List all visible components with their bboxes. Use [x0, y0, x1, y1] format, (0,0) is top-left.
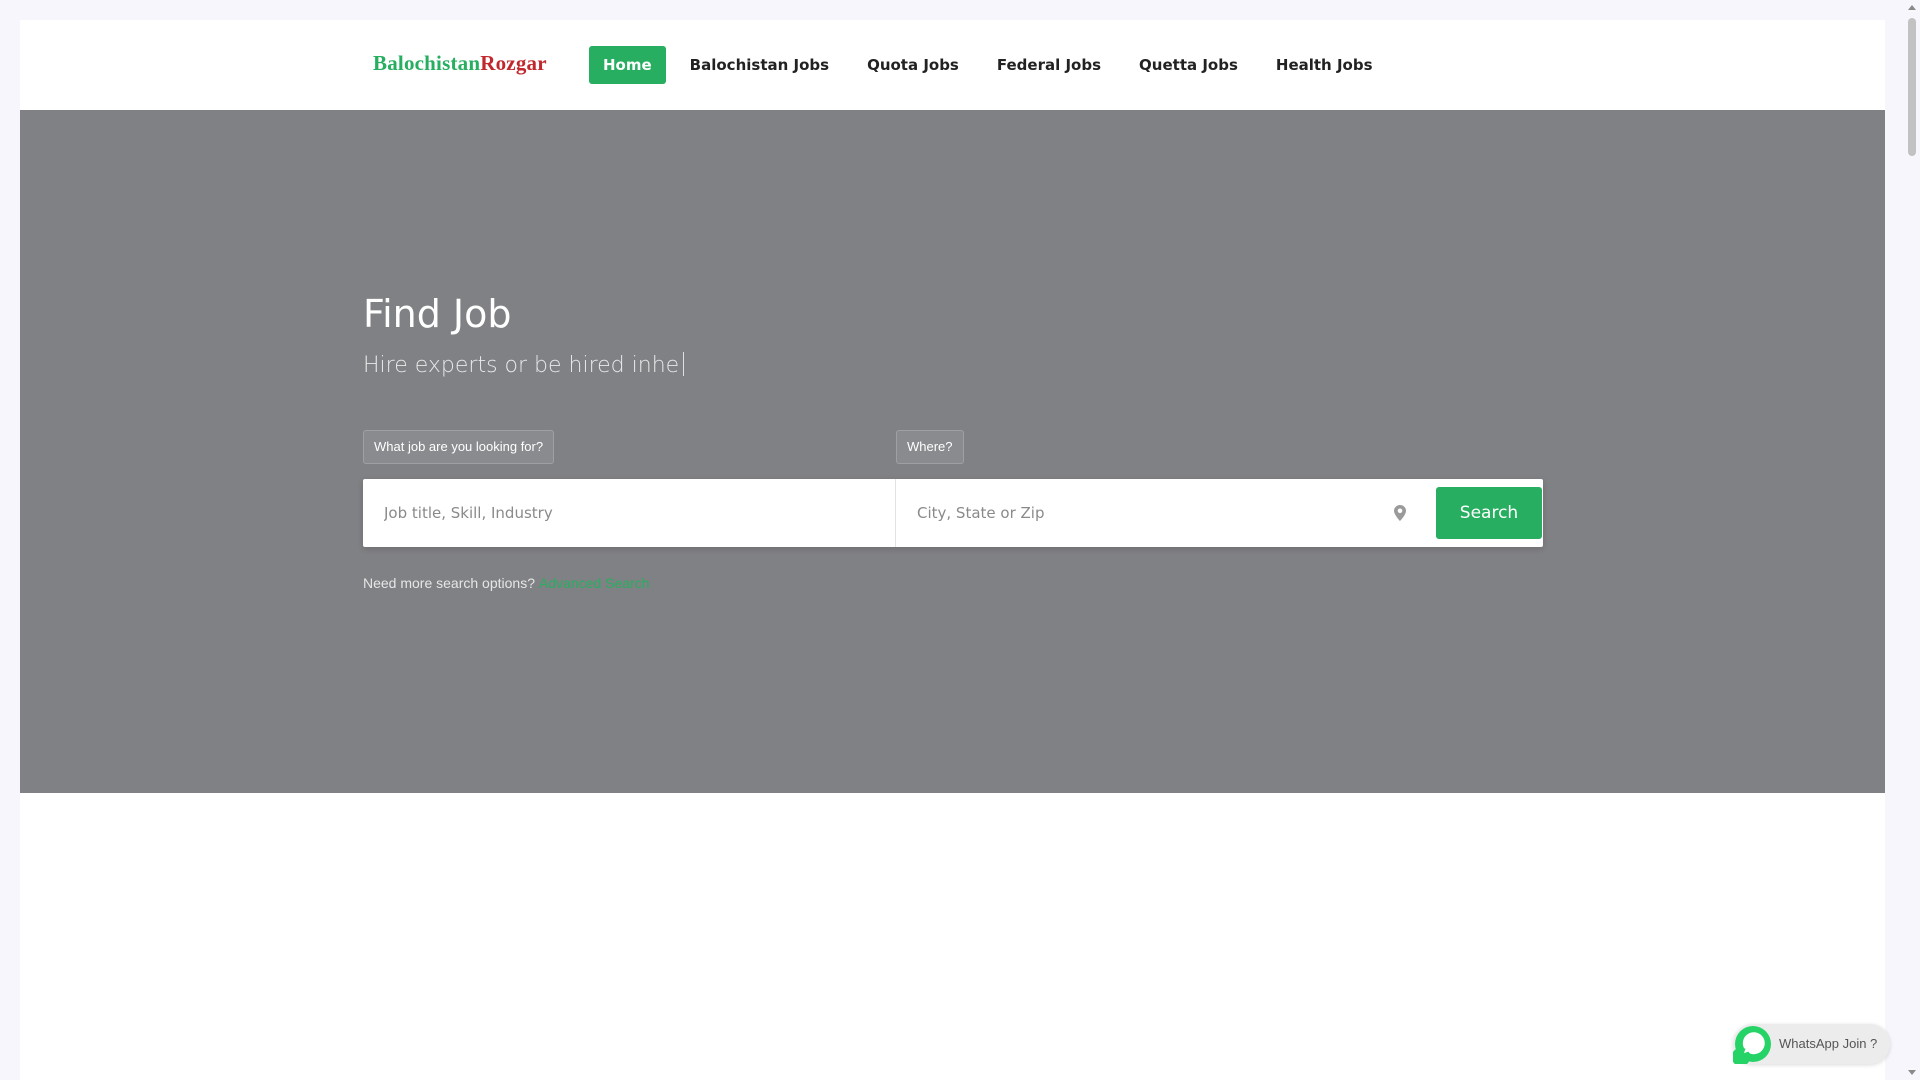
- location-input-wrapper: [896, 479, 1426, 547]
- nav-item-balochistan-jobs[interactable]: Balochistan Jobs: [671, 46, 848, 84]
- nav-item-health-jobs[interactable]: Health Jobs: [1257, 46, 1392, 84]
- advanced-search-link[interactable]: Advanced Search: [539, 575, 650, 591]
- nav-item-home[interactable]: Home: [589, 46, 666, 84]
- map-pin-icon: [1394, 505, 1406, 521]
- whatsapp-join-button[interactable]: WhatsApp Join ?: [1733, 1024, 1890, 1064]
- page-container: BalochistanRozgar Home Balochistan Jobs …: [20, 20, 1885, 1080]
- hero-title: Find Job: [363, 292, 512, 336]
- whatsapp-icon: [1733, 1026, 1771, 1064]
- nav-item-federal-jobs[interactable]: Federal Jobs: [978, 46, 1120, 84]
- logo-part-1: Balochistan: [373, 51, 481, 75]
- page-scrollbar[interactable]: [1904, 0, 1920, 1080]
- more-search-options: Need more search options? Advanced Search: [363, 575, 650, 591]
- location-field-label: Where?: [896, 430, 964, 464]
- scroll-down-icon[interactable]: [1908, 1070, 1916, 1075]
- hero-subtitle-text: Hire experts or be hired inhe: [363, 353, 680, 378]
- site-header: BalochistanRozgar Home Balochistan Jobs …: [20, 20, 1885, 110]
- scrollbar-thumb[interactable]: [1908, 18, 1916, 156]
- search-button[interactable]: Search: [1436, 487, 1542, 539]
- more-options-text: Need more search options?: [363, 575, 535, 591]
- nav-item-quota-jobs[interactable]: Quota Jobs: [848, 46, 978, 84]
- hero-section: Find Job Hire experts or be hired inhe W…: [20, 110, 1885, 793]
- location-search-input[interactable]: [896, 479, 1426, 547]
- whatsapp-label: WhatsApp Join ?: [1779, 1036, 1878, 1051]
- hero-subtitle: Hire experts or be hired inhe: [363, 352, 685, 378]
- job-field-label: What job are you looking for?: [363, 430, 555, 464]
- typing-cursor: [683, 352, 685, 376]
- site-logo[interactable]: BalochistanRozgar: [373, 51, 547, 76]
- scroll-up-icon[interactable]: [1908, 5, 1916, 10]
- nav-item-quetta-jobs[interactable]: Quetta Jobs: [1120, 46, 1257, 84]
- logo-part-2: Rozgar: [480, 51, 547, 75]
- job-search-input[interactable]: [363, 479, 896, 547]
- main-nav: Home Balochistan Jobs Quota Jobs Federal…: [589, 46, 1392, 84]
- search-form: Search: [363, 479, 1543, 547]
